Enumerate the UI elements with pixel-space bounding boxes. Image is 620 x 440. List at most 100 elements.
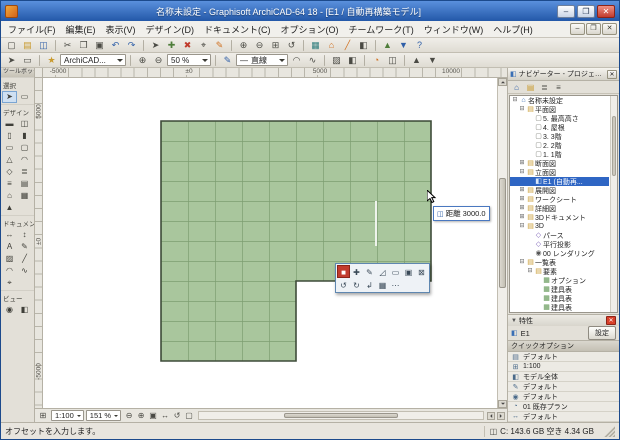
redo-icon[interactable]: ↷ <box>124 39 139 52</box>
pick-up-parameters-icon[interactable]: ⌖ <box>196 39 211 52</box>
public-navigator-icon[interactable]: ▤ <box>524 82 537 93</box>
multiply-icon[interactable]: ▦ <box>376 278 389 291</box>
tree-item[interactable]: ▦ 建具表 <box>510 294 609 303</box>
separator[interactable] <box>130 54 131 66</box>
delete-icon[interactable]: ✖ <box>180 39 195 52</box>
tree-item[interactable]: ▢ 5. 最高高さ <box>510 114 609 123</box>
close-button[interactable]: ✕ <box>597 4 615 18</box>
separator[interactable] <box>324 54 325 66</box>
level-dimension-tool[interactable]: ↕ <box>17 229 32 241</box>
dimension-tool[interactable]: ↔ <box>2 229 17 241</box>
scale-selector[interactable]: 1:100 <box>51 410 84 421</box>
floor-plan-drawing[interactable] <box>43 78 497 408</box>
project-chooser-icon[interactable]: ⌂ <box>510 82 523 93</box>
expander-icon[interactable]: ⊟ <box>526 267 534 276</box>
pet-palette[interactable]: ■ ✚ ✎ ◿ ▭ ▣ ⊠ ↺ ↻ ↲ ▦ ⋯ <box>335 263 430 293</box>
label-tool[interactable]: ✎ <box>17 241 32 253</box>
inject-parameters-icon[interactable]: ✎ <box>212 39 227 52</box>
separator[interactable] <box>143 39 144 51</box>
menu-item[interactable]: デザイン(D) <box>141 21 200 38</box>
help-icon[interactable]: ? <box>412 39 427 52</box>
undo-icon[interactable]: ↶ <box>108 39 123 52</box>
beam-tool[interactable]: ▭ <box>2 142 17 154</box>
settings-button[interactable]: 設定 <box>588 326 616 340</box>
tree-item[interactable]: ◇ 平行投影 <box>510 240 609 249</box>
tree-item[interactable]: ⊟ ⌂ 名称未設定 <box>510 96 609 105</box>
menu-item[interactable]: オプション(O) <box>276 21 344 38</box>
expander-icon[interactable]: ⊞ <box>518 186 526 195</box>
pan-icon[interactable]: ↔ <box>159 410 171 421</box>
fit-view-icon[interactable]: ▣ <box>147 410 159 421</box>
tree-view-icon[interactable]: ≣ <box>538 82 551 93</box>
quick-option-row[interactable]: ◉ デフォルト <box>508 392 619 402</box>
vertical-scrollbar[interactable] <box>497 78 507 408</box>
navigator-close-icon[interactable]: ✕ <box>607 69 617 79</box>
tree-item[interactable]: ⊟ ▤ 立面図 <box>510 168 609 177</box>
tree-item[interactable]: ◉ 00 レンダリング <box>510 249 609 258</box>
menu-item[interactable]: ファイル(F) <box>3 21 61 38</box>
text-tool[interactable]: A <box>2 241 17 253</box>
railing-tool[interactable]: ≡ <box>2 178 17 190</box>
pencil-edit-icon[interactable]: ✎ <box>363 265 376 278</box>
section-marker-tool[interactable]: ◧ <box>17 304 32 316</box>
open-project-icon[interactable]: ▤ <box>20 39 35 52</box>
separator[interactable] <box>364 54 365 66</box>
cut-icon[interactable]: ✂ <box>60 39 75 52</box>
mesh-tool[interactable]: ▲ <box>2 202 17 214</box>
zoom-percent-selector[interactable]: 151 % <box>85 410 122 421</box>
pointer-icon[interactable]: ➤ <box>4 54 19 67</box>
menu-item[interactable]: ドキュメント(C) <box>199 21 276 38</box>
zoom-in-icon[interactable]: ⊕ <box>135 410 147 421</box>
scroll-left-arrow[interactable] <box>487 411 495 420</box>
tree-item[interactable]: ◇ パース <box>510 231 609 240</box>
properties-header[interactable]: ▼ 特性 ✕ <box>508 314 619 326</box>
morph-tool[interactable]: ◇ <box>2 166 17 178</box>
quick-option-row[interactable]: ↔ デフォルト <box>508 412 619 422</box>
tree-item[interactable]: ▢ 2. 2階 <box>510 141 609 150</box>
library-combo[interactable]: ArchiCAD... <box>60 54 126 66</box>
fit-in-window-icon[interactable]: ⊞ <box>268 39 283 52</box>
tree-item[interactable]: ⊞ ▤ 3Dドキュメント <box>510 213 609 222</box>
toolbox-title[interactable]: ツールボックス <box>1 68 34 77</box>
quick-options-header[interactable]: クイックオプション <box>508 340 619 352</box>
teamwork-send-icon[interactable]: ▲ <box>380 39 395 52</box>
object-tool[interactable]: ⌂ <box>2 190 17 202</box>
menu-item[interactable]: 表示(V) <box>101 21 141 38</box>
curtain-wall-tool[interactable]: ▤ <box>17 178 32 190</box>
favorites-icon[interactable]: ★ <box>44 54 59 67</box>
tree-item[interactable]: ⊞ ▤ 展開図 <box>510 186 609 195</box>
ruler-origin-box[interactable] <box>35 68 43 78</box>
zoom-out-icon[interactable]: ⊖ <box>252 39 267 52</box>
tree-item[interactable]: ▢ 3. 3階 <box>510 132 609 141</box>
save-icon[interactable]: ◫ <box>36 39 51 52</box>
properties-close-icon[interactable]: ✕ <box>606 316 616 325</box>
tree-item[interactable]: ⊞ ▤ 断面図 <box>510 159 609 168</box>
scroll-up-arrow[interactable] <box>498 78 507 86</box>
marquee-tool[interactable]: ▭ <box>17 91 32 103</box>
marquee-icon[interactable]: ▭ <box>20 54 35 67</box>
separator[interactable] <box>404 54 405 66</box>
tree-scroll-thumb[interactable] <box>612 116 616 176</box>
menu-item[interactable]: チームワーク(T) <box>344 21 419 38</box>
zoom-out-icon[interactable]: ⊖ <box>151 54 166 67</box>
quick-option-row[interactable]: ▤ デフォルト <box>508 352 619 362</box>
separator[interactable] <box>375 39 376 51</box>
expander-icon[interactable]: ⊞ <box>518 213 526 222</box>
plan-viewport[interactable]: ■ ✚ ✎ ◿ ▭ ▣ ⊠ ↺ ↻ ↲ ▦ ⋯ ◫ 距離 3000.0 <box>43 78 497 408</box>
geometry-combo[interactable]: — 直線 <box>236 54 288 66</box>
orbit-icon[interactable]: ↺ <box>284 39 299 52</box>
rotate-ccw-icon[interactable]: ↺ <box>337 278 350 291</box>
archicad-app-icon[interactable] <box>5 4 18 18</box>
expander-icon[interactable]: ⊟ <box>511 96 519 105</box>
fillet-edge-icon[interactable]: ◿ <box>376 265 389 278</box>
line-tool[interactable]: ╱ <box>17 253 32 265</box>
trace-reference-icon[interactable]: ◔ <box>369 54 384 67</box>
tree-item[interactable]: ◧ E1 (自動再... <box>510 177 609 186</box>
more-options-icon[interactable]: ⋯ <box>389 278 402 291</box>
pen-icon[interactable]: ✎ <box>220 54 235 67</box>
tree-item[interactable]: ▦ 内装仕上... <box>510 312 609 313</box>
fullscreen-icon[interactable]: ▢ <box>183 410 195 421</box>
story-down-icon[interactable]: ▼ <box>425 54 440 67</box>
mdi-minimize-button[interactable]: – <box>570 23 585 35</box>
guide-lines-icon[interactable]: ╱ <box>340 39 355 52</box>
